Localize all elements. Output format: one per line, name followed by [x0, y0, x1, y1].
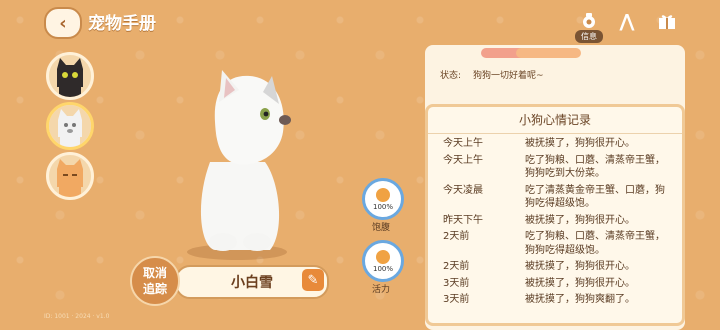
- energy-stat[interactable]: 100%: [362, 240, 404, 282]
- mood-log-time: 3天前: [443, 277, 470, 289]
- pet-avatar-orange-cat[interactable]: [46, 152, 94, 200]
- mood-log-text: 被抚摸了，狗狗很开心。: [525, 214, 635, 226]
- pencil-icon: ✎: [307, 272, 319, 288]
- mood-log-time: 今天凌晨: [443, 184, 483, 196]
- status-value: 狗狗一切好着呢~: [473, 71, 544, 81]
- mood-log-time: 3天前: [443, 294, 470, 305]
- mood-log-time: 昨天下午: [443, 214, 483, 226]
- mood-log-time: 今天上午: [443, 154, 483, 166]
- mood-log-time: 2天前: [443, 261, 470, 272]
- tag-pill: [516, 48, 581, 58]
- pet-tag-icon: [583, 13, 595, 28]
- satiety-label: 饱腹: [371, 223, 390, 233]
- cancel-track-button[interactable]: 取消 追踪: [130, 256, 180, 306]
- pet-avatar-white-dog[interactable]: [46, 102, 94, 150]
- mood-log-text: 吃了清蒸黄金帝王蟹、口蘑，狗狗吃得超级饱。: [525, 184, 665, 210]
- mood-log-entry: 昨天下午 被抚摸了，狗狗很开心。: [443, 214, 673, 228]
- compass-icon: ⋀: [619, 10, 635, 32]
- skills-tab-button[interactable]: ⋀: [614, 10, 640, 32]
- mood-log-entry: 3天前 被抚摸了，狗狗很开心。: [443, 277, 673, 291]
- info-tab-button[interactable]: [576, 10, 602, 32]
- mood-log-entry: 今天上午 被抚摸了，狗狗很开心。: [443, 137, 673, 151]
- info-tab-label: 信息: [575, 30, 603, 43]
- chevron-left-icon: ‹: [59, 12, 67, 34]
- pet-dog-model[interactable]: [175, 62, 305, 262]
- edit-name-button[interactable]: ✎: [302, 269, 324, 291]
- mood-log-text: 吃了狗粮、口蘑、清蒸帝王蟹，狗狗吃得超级饱。: [525, 231, 665, 256]
- mood-log-text: 被抚摸了，狗狗很开心。: [525, 277, 635, 289]
- status-label: 状态:: [440, 71, 462, 81]
- pet-avatar-black-cat[interactable]: [46, 52, 94, 100]
- gift-tab-button[interactable]: [654, 10, 680, 32]
- mood-log-text: 被抚摸了，狗狗很开心。: [525, 138, 635, 149]
- satiety-stat[interactable]: 100%: [362, 178, 404, 220]
- mood-record-title: 小狗心情记录: [428, 107, 682, 134]
- mood-log-entry: 2天前 被抚摸了，狗狗很开心。: [443, 260, 673, 274]
- stomach-icon: [376, 187, 390, 202]
- white-dog-icon: [49, 105, 91, 147]
- mood-log-entry: 3天前 被抚摸了，狗狗爽翻了。: [443, 293, 673, 307]
- satiety-value: 100%: [372, 202, 393, 211]
- cancel-track-line2: 追踪: [142, 282, 167, 296]
- lightning-icon: [376, 249, 390, 264]
- mood-log-list[interactable]: 今天上午 被抚摸了，狗狗很开心。 今天上午 吃了狗粮、口蘑、清蒸帝王蟹，狗狗吃到大份菜…: [443, 137, 673, 310]
- mood-log-text: 吃了狗粮、口蘑、清蒸帝王蟹，狗狗吃到大份菜。: [525, 154, 665, 180]
- mood-log-text: 被抚摸了，狗狗爽翻了。: [525, 294, 635, 305]
- mood-log-time: 2天前: [443, 231, 470, 242]
- status-row: 状态: 狗狗一切好着呢~: [440, 68, 544, 81]
- page-title: 宠物手册: [88, 14, 156, 34]
- energy-label: 活力: [371, 285, 390, 295]
- energy-value: 100%: [372, 264, 393, 273]
- black-cat-icon: [49, 55, 91, 97]
- mood-log-entry: 2天前 吃了狗粮、口蘑、清蒸帝王蟹，狗狗吃得超级饱。: [443, 230, 673, 257]
- orange-cat-icon: [49, 155, 91, 197]
- gift-icon: [659, 15, 675, 29]
- footer-note: ID: 1001 · 2024 · v1.0: [44, 313, 110, 320]
- pet-name: 小白雪: [231, 275, 273, 291]
- back-button[interactable]: ‹: [44, 7, 82, 39]
- mood-log-entry: 今天上午 吃了狗粮、口蘑、清蒸帝王蟹，狗狗吃到大份菜。: [443, 154, 673, 181]
- cancel-track-line1: 取消: [142, 266, 167, 280]
- mood-log-text: 被抚摸了，狗狗很开心。: [525, 261, 635, 272]
- mood-log-entry: 今天凌晨 吃了清蒸黄金帝王蟹、口蘑，狗狗吃得超级饱。: [443, 184, 673, 211]
- mood-log-time: 今天上午: [443, 138, 483, 149]
